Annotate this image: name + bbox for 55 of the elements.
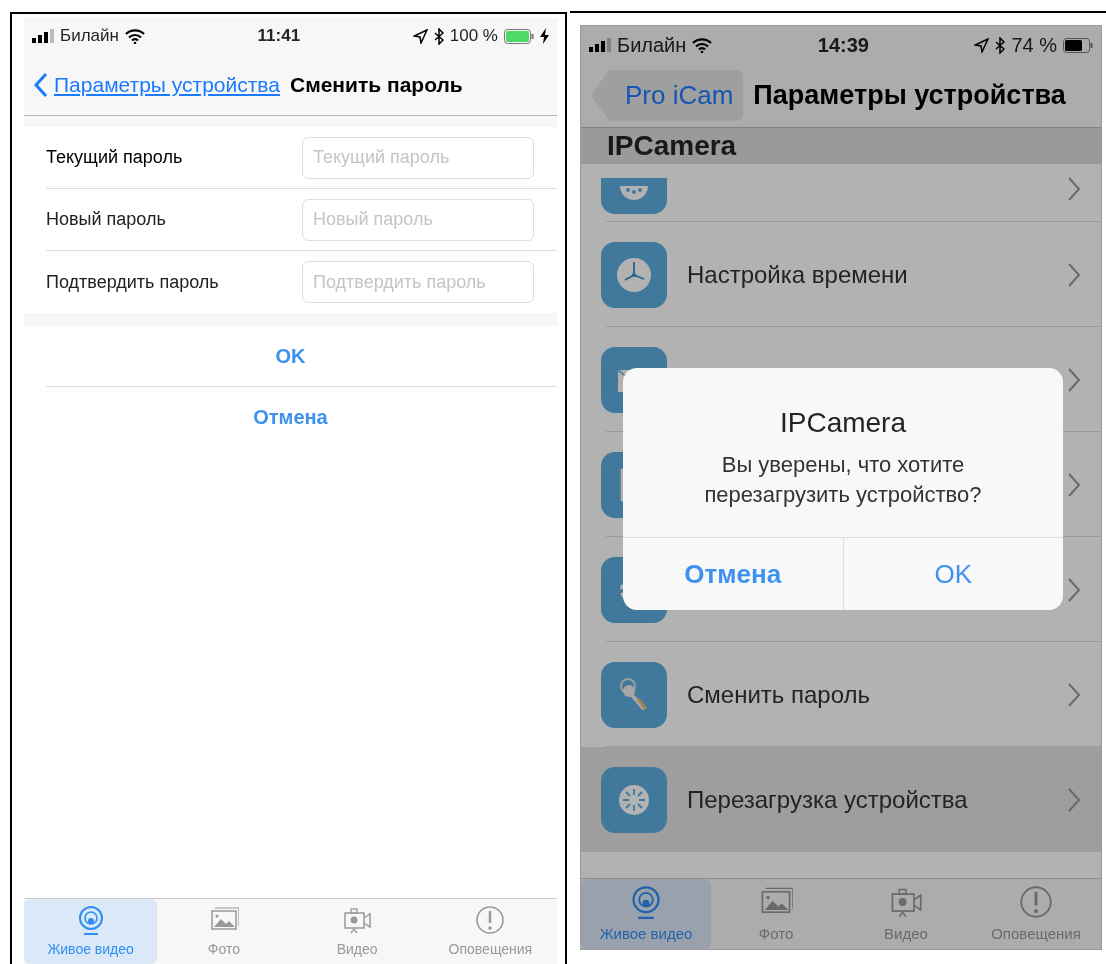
- location-arrow-icon: [974, 37, 990, 53]
- back-link[interactable]: Параметры устройства: [54, 68, 280, 101]
- chevron-right-icon: [1067, 471, 1081, 498]
- password-field[interactable]: Текущий пароль: [302, 136, 534, 179]
- battery-percent: 100 %: [449, 25, 498, 48]
- field-label: Подтвердить пароль: [46, 270, 220, 294]
- carrier-name: Билайн: [60, 25, 119, 48]
- carrier-name: Билайн: [617, 33, 687, 58]
- tab-item[interactable]: Фото: [157, 899, 291, 964]
- password-field[interactable]: Подтвердить пароль: [302, 261, 534, 303]
- ok-button[interactable]: OK: [24, 326, 557, 386]
- back-button[interactable]: Pro iCam: [591, 70, 744, 121]
- cancel-button[interactable]: Отмена: [24, 387, 557, 447]
- cancel-button[interactable]: Отмена: [623, 538, 843, 611]
- bluetooth-icon: [433, 27, 444, 45]
- chevron-right-icon: [1067, 261, 1081, 288]
- chevron-right-icon: [1067, 366, 1081, 393]
- tab-item[interactable]: Оповещения: [423, 899, 557, 964]
- field-label: Новый пароль: [46, 208, 167, 231]
- wifi-icon: [124, 28, 145, 44]
- alert-message: Вы уверены, что хотите перезагрузить устройство?: [703, 451, 983, 509]
- exclamation-circle-icon: [1019, 884, 1053, 919]
- tab-item[interactable]: Фото: [711, 878, 841, 949]
- signal-icon: [589, 38, 611, 52]
- ok-button[interactable]: OK: [842, 538, 1063, 611]
- wifi-icon: [692, 37, 713, 53]
- tab-item[interactable]: Живое видео: [581, 878, 711, 949]
- location-arrow-icon: [412, 28, 428, 44]
- chevron-right-icon: [1067, 176, 1081, 202]
- screen-title: Параметры устройства: [753, 79, 1066, 113]
- field-label: Текущий пароль: [46, 146, 184, 169]
- charging-bolt-icon: [540, 28, 549, 44]
- signal-icon: [32, 29, 54, 43]
- chevron-right-icon: [1067, 576, 1081, 603]
- status-time: 11:41: [257, 25, 301, 48]
- screen-title: Сменить пароль: [289, 71, 463, 98]
- settings-row[interactable]: Сменить пароль: [581, 642, 1101, 747]
- video-camera-icon: [342, 905, 373, 935]
- chevron-right-icon: [1067, 786, 1081, 813]
- battery-percent: 74 %: [1011, 33, 1057, 58]
- settings-row[interactable]: Настройка времени: [581, 222, 1101, 327]
- tab-item[interactable]: Видео: [841, 878, 971, 949]
- status-time: 14:39: [817, 33, 869, 58]
- alert-title: IPCamera: [779, 407, 906, 438]
- settings-row[interactable]: Перезагрузка устройства: [581, 747, 1101, 852]
- password-field[interactable]: Новый пароль: [302, 198, 534, 241]
- tab-item[interactable]: Видео: [290, 899, 424, 964]
- bluetooth-icon: [995, 36, 1006, 54]
- webcam-icon: [629, 884, 663, 919]
- tab-item[interactable]: Оповещения: [971, 878, 1101, 949]
- exclamation-circle-icon: [475, 905, 506, 935]
- section-header: IPCamera: [607, 130, 737, 161]
- chevron-right-icon: [1067, 681, 1081, 708]
- tab-item[interactable]: Живое видео: [24, 899, 158, 964]
- back-chevron-icon[interactable]: [34, 71, 48, 98]
